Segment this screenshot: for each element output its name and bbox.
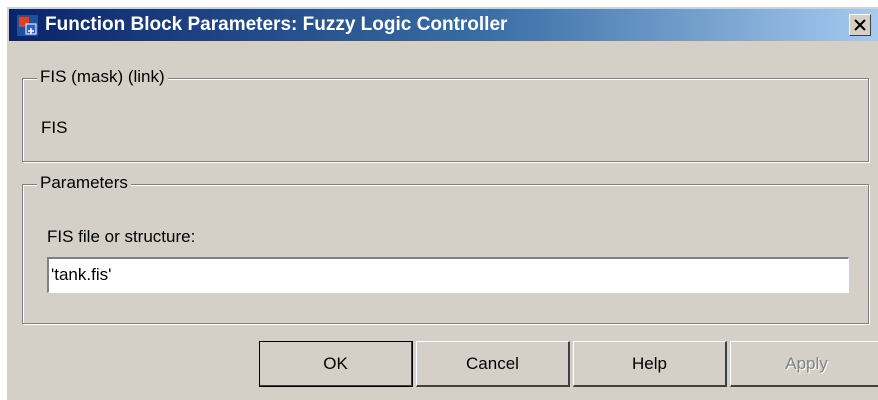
parameters-group: Parameters FIS file or structure: 'tank.… [22,173,869,324]
dialog-window: Function Block Parameters: Fuzzy Logic C… [6,6,878,400]
fis-file-input[interactable]: 'tank.fis' [47,257,849,293]
title-bar[interactable]: Function Block Parameters: Fuzzy Logic C… [9,9,878,41]
simulink-block-icon [17,15,38,36]
cancel-button[interactable]: Cancel [416,341,570,387]
close-x-icon [854,19,866,31]
ok-button[interactable]: OK [259,341,413,387]
parameters-group-legend: Parameters [37,173,131,193]
help-button[interactable]: Help [573,341,727,387]
close-button[interactable] [849,14,871,36]
mask-description: FIS [41,118,68,137]
fis-field-label: FIS file or structure: [47,227,196,246]
window-title: Function Block Parameters: Fuzzy Logic C… [45,14,508,35]
apply-button[interactable]: Apply [730,341,878,387]
mask-group: FIS (mask) (link) FIS [22,67,869,162]
mask-group-legend: FIS (mask) (link) [37,67,168,87]
